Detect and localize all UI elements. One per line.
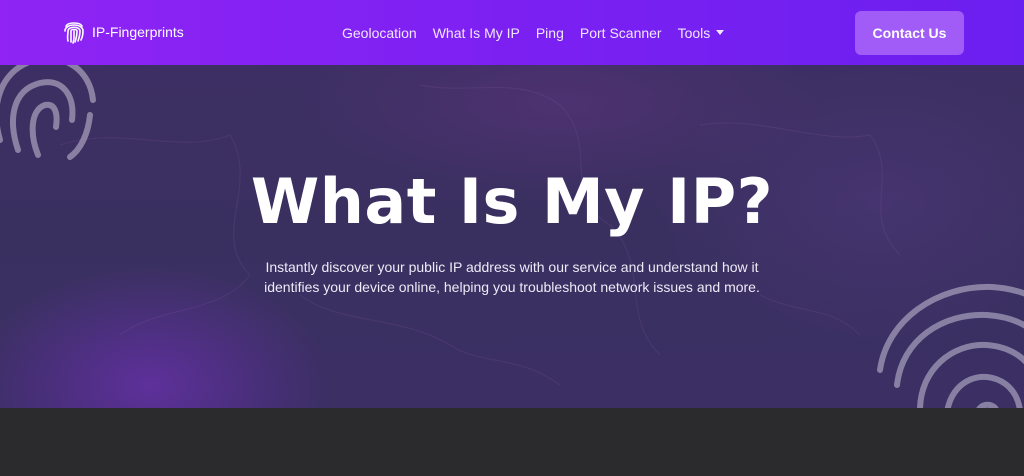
brand-name: IP-Fingerprints [92, 24, 184, 40]
fingerprint-icon [62, 19, 86, 45]
fingerprint-decoration-bottom-icon [877, 283, 1024, 408]
nav-ping[interactable]: Ping [536, 25, 564, 41]
hero-description: Instantly discover your public IP addres… [264, 259, 760, 295]
nav-what-is-my-ip[interactable]: What Is My IP [433, 25, 520, 41]
nav-tools-label: Tools [677, 24, 711, 41]
nav-geolocation[interactable]: Geolocation [342, 25, 417, 41]
nav-port-scanner[interactable]: Port Scanner [580, 25, 662, 41]
caret-down-icon [716, 30, 725, 35]
main-nav: Geolocation What Is My IP Ping Port Scan… [342, 0, 740, 65]
dark-content-band [0, 408, 1024, 476]
fingerprint-decoration-top-icon [0, 65, 96, 160]
page-title: What Is My IP? [250, 165, 774, 238]
contact-us-button[interactable]: Contact Us [855, 11, 964, 55]
top-navbar: IP-Fingerprints Geolocation What Is My I… [0, 0, 1024, 65]
nav-tools-dropdown[interactable]: Tools [678, 25, 725, 41]
brand-logo-link[interactable]: IP-Fingerprints [62, 19, 184, 45]
hero-section: What Is My IP? Instantly discover your p… [0, 65, 1024, 408]
